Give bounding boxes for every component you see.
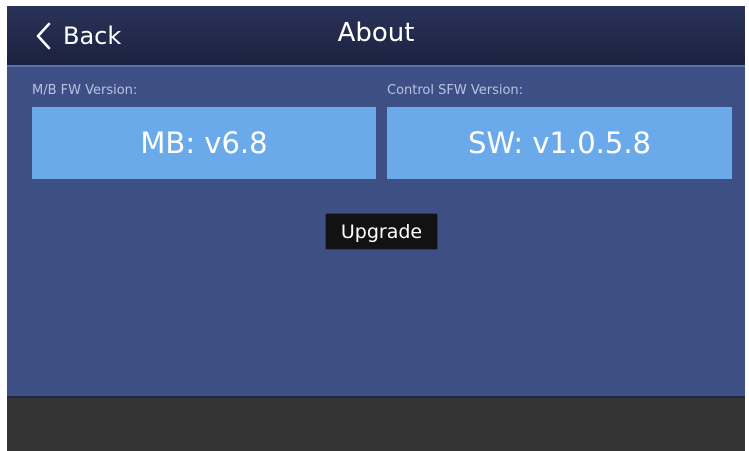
upgrade-button[interactable]: Upgrade bbox=[325, 213, 438, 250]
mb-fw-version-value: MB: v6.8 bbox=[32, 107, 376, 179]
footer-bar bbox=[7, 396, 745, 451]
page-title: About bbox=[337, 18, 415, 48]
control-sfw-version-label: Control SFW Version: bbox=[387, 83, 524, 98]
control-sfw-version-value: SW: v1.0.5.8 bbox=[387, 107, 732, 179]
about-screen: Back About M/B FW Version: MB: v6.8 Cont… bbox=[7, 6, 745, 451]
mb-fw-version-label: M/B FW Version: bbox=[32, 83, 138, 98]
header-bar: Back About bbox=[7, 6, 745, 67]
